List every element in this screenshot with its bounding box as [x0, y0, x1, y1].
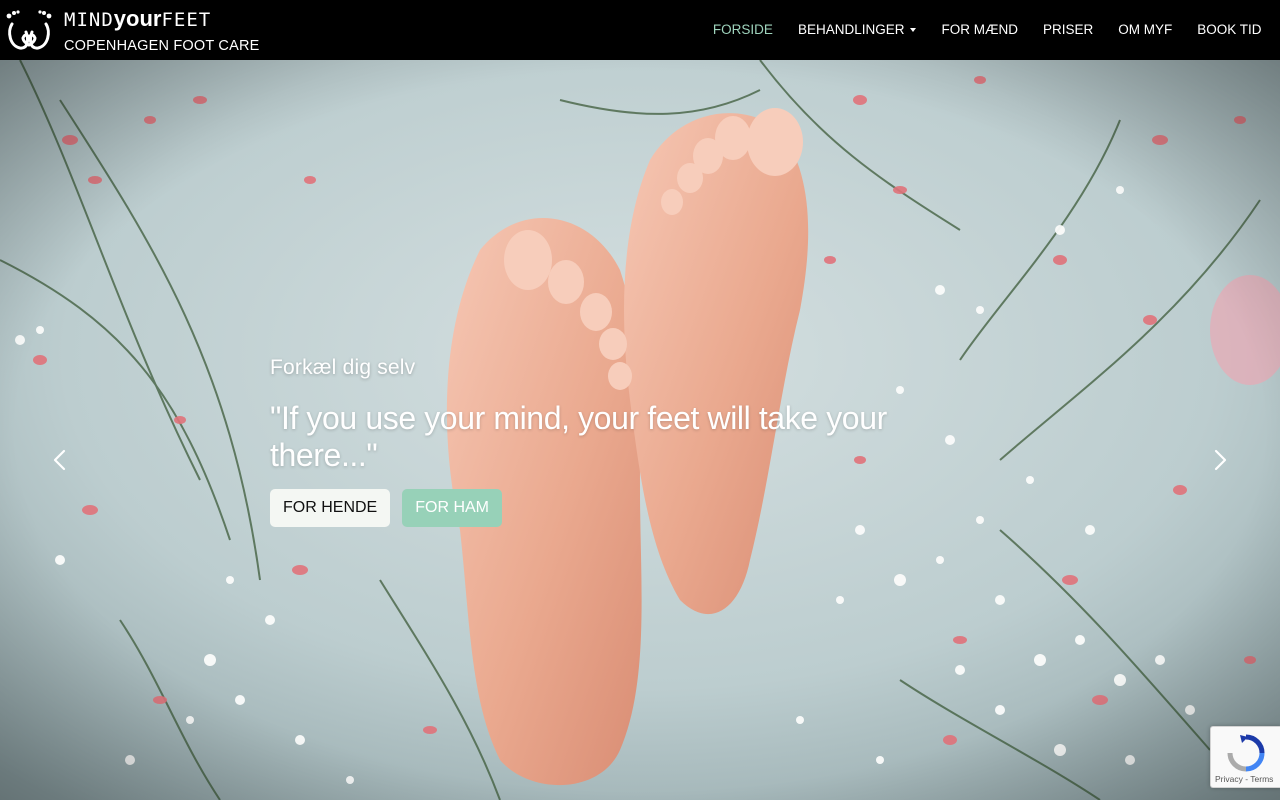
brand-name-feet: FEET [161, 9, 212, 31]
dropdown-caret-icon [910, 28, 917, 32]
hero-caption: Forkæl dig selv "If you use your mind, y… [270, 356, 970, 474]
nav-item-book-tid[interactable]: BOOK TID [1185, 0, 1274, 60]
nav-item-forside[interactable]: FORSIDE [700, 0, 785, 60]
carousel-next-button[interactable] [1200, 438, 1240, 482]
nav-item-label: FORSIDE [712, 22, 773, 37]
main-nav: FORSIDE BEHANDLINGER FOR MÆND PRISER OM … [700, 0, 1274, 60]
nav-item-label: BOOK TID [1197, 22, 1262, 37]
nav-item-om-myf[interactable]: OM MYF [1106, 0, 1185, 60]
recaptcha-badge[interactable]: Privacy - Terms [1210, 726, 1280, 788]
for-hende-button[interactable]: FOR HENDE [270, 489, 391, 527]
nav-item-label: OM MYF [1118, 22, 1173, 37]
brand-tagline: COPENHAGEN FOOT CARE [64, 38, 260, 54]
brand-name: MINDyourFEET [64, 6, 259, 32]
hero-carousel: Forkæl dig selv "If you use your mind, y… [0, 60, 1280, 800]
chevron-left-icon [53, 449, 66, 471]
nav-item-behandlinger[interactable]: BEHANDLINGER [785, 0, 929, 60]
brand-name-your: your [113, 6, 162, 31]
nav-item-priser[interactable]: PRISER [1030, 0, 1105, 60]
brand-logo[interactable]: MINDyourFEET COPENHAGEN FOOT CARE [4, 8, 259, 54]
chevron-right-icon [1214, 449, 1227, 471]
feet-logo-icon [6, 10, 52, 50]
carousel-prev-button[interactable] [40, 438, 80, 482]
for-ham-button[interactable]: FOR HAM [402, 489, 503, 527]
hero-buttons: FOR HENDE FOR HAM [270, 489, 514, 527]
recaptcha-links: Privacy - Terms [1215, 774, 1274, 784]
nav-item-label: BEHANDLINGER [797, 22, 905, 37]
recaptcha-icon [1227, 734, 1265, 772]
hero-subtitle: Forkæl dig selv [270, 356, 416, 379]
nav-item-label: FOR MÆND [941, 22, 1018, 37]
brand-name-mind: MIND [64, 9, 114, 31]
hero-quote: "If you use your mind, your feet will ta… [270, 400, 887, 473]
nav-item-for-maend[interactable]: FOR MÆND [929, 0, 1031, 60]
top-navbar: MINDyourFEET COPENHAGEN FOOT CARE FORSID… [0, 0, 1280, 60]
nav-item-label: PRISER [1042, 22, 1094, 37]
